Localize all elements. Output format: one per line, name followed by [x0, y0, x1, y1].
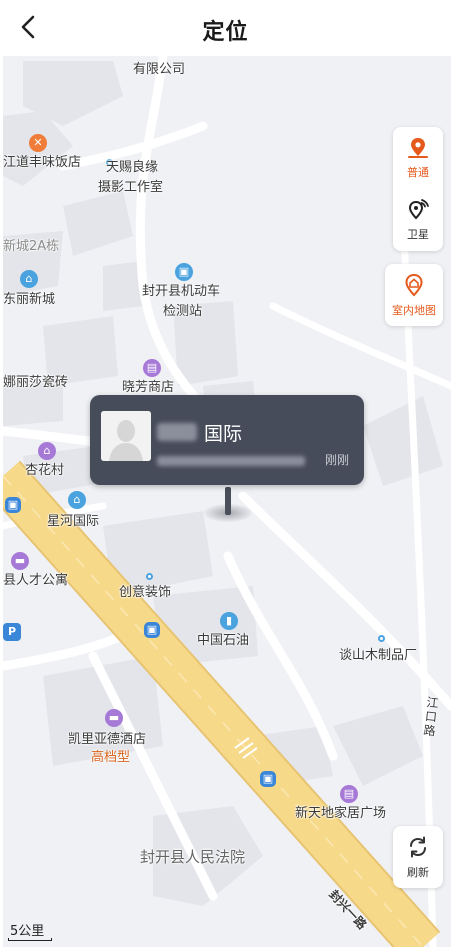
map-label: 封开县人民法院 [140, 848, 246, 866]
map-label: 江道丰味饭店 [3, 155, 82, 170]
user-silhouette-icon [101, 411, 151, 461]
map-label: 中国石油 [197, 633, 250, 648]
map-pin-icon [408, 138, 428, 158]
bus-stop-icon[interactable]: ▣ [144, 622, 160, 638]
blurred-name [157, 423, 197, 441]
shop-icon[interactable]: ▤ [143, 359, 161, 377]
map-label: 新城2A栋 [3, 239, 60, 254]
map-label: 创意装饰 [119, 585, 172, 600]
marker-stem [225, 487, 231, 515]
bus-stop-icon[interactable]: ▣ [260, 771, 276, 787]
page-title: 定位 [202, 20, 249, 45]
indoor-map-label: 室内地图 [392, 304, 436, 317]
decor-dot-icon[interactable] [146, 573, 153, 580]
refresh-icon [410, 836, 426, 858]
refresh-button[interactable]: 刷新 [393, 826, 443, 888]
restaurant-icon[interactable]: ✕ [29, 134, 47, 152]
location-name: 国际 [204, 423, 243, 445]
satellite-map-button[interactable]: 卫星 [393, 189, 443, 251]
map-label: 娜丽莎瓷砖 [3, 375, 69, 390]
satellite-map-label: 卫星 [407, 228, 429, 241]
hotel-icon[interactable]: ▬ [105, 709, 123, 727]
satellite-icon [408, 199, 429, 220]
factory-dot-icon[interactable] [378, 635, 385, 642]
normal-map-button[interactable]: 普通 [393, 127, 443, 189]
indoor-map-control: 室内地图 [385, 264, 443, 326]
house-icon[interactable]: ⌂ [38, 442, 56, 460]
map-label: 谈山木制品厂 [339, 648, 418, 663]
scale-bar [8, 938, 52, 941]
map-label: 新天地家居广场 [295, 806, 387, 821]
update-time: 刚刚 [325, 453, 350, 467]
bus-stop-icon[interactable]: ▣ [5, 497, 21, 513]
scale-label: 5公里 [10, 924, 45, 939]
parking-icon[interactable]: P [3, 623, 21, 641]
map-label: 东丽新城 [3, 292, 56, 307]
avatar [101, 411, 151, 461]
apartment-icon[interactable]: ▬ [11, 552, 29, 570]
header-bar: 定位 [0, 0, 451, 56]
refresh-control: 刷新 [393, 826, 443, 888]
map-label: 封开县机动车 [142, 284, 221, 299]
refresh-label: 刷新 [407, 866, 429, 879]
indoor-map-icon [405, 273, 423, 297]
indoor-map-button[interactable]: 室内地图 [385, 264, 443, 326]
map-label: 杏花村 [25, 463, 65, 478]
community-icon[interactable]: ⌂ [68, 491, 86, 509]
map-label: 凯里亚德酒店 [68, 732, 147, 747]
map-label: 星河国际 [47, 514, 100, 529]
building-icon[interactable]: ⌂ [20, 270, 38, 288]
location-popup[interactable]: 国际 刚刚 [90, 395, 364, 485]
blurred-address [157, 456, 305, 466]
map-label: 检测站 [163, 304, 203, 319]
car-inspection-icon[interactable]: ▣ [175, 263, 193, 281]
map-label: 天赐良缘 [106, 160, 159, 175]
map-label: 有限公司 [133, 62, 186, 77]
normal-map-label: 普通 [407, 166, 429, 179]
map-label: 县人才公寓 [3, 573, 69, 588]
furniture-store-icon[interactable]: ▤ [340, 785, 358, 803]
gas-station-icon[interactable]: ▮ [220, 612, 238, 630]
map-label: 摄影工作室 [98, 180, 164, 195]
map-type-control: 普通 卫星 [393, 127, 443, 251]
hotel-class-badge: 高档型 [91, 750, 131, 765]
